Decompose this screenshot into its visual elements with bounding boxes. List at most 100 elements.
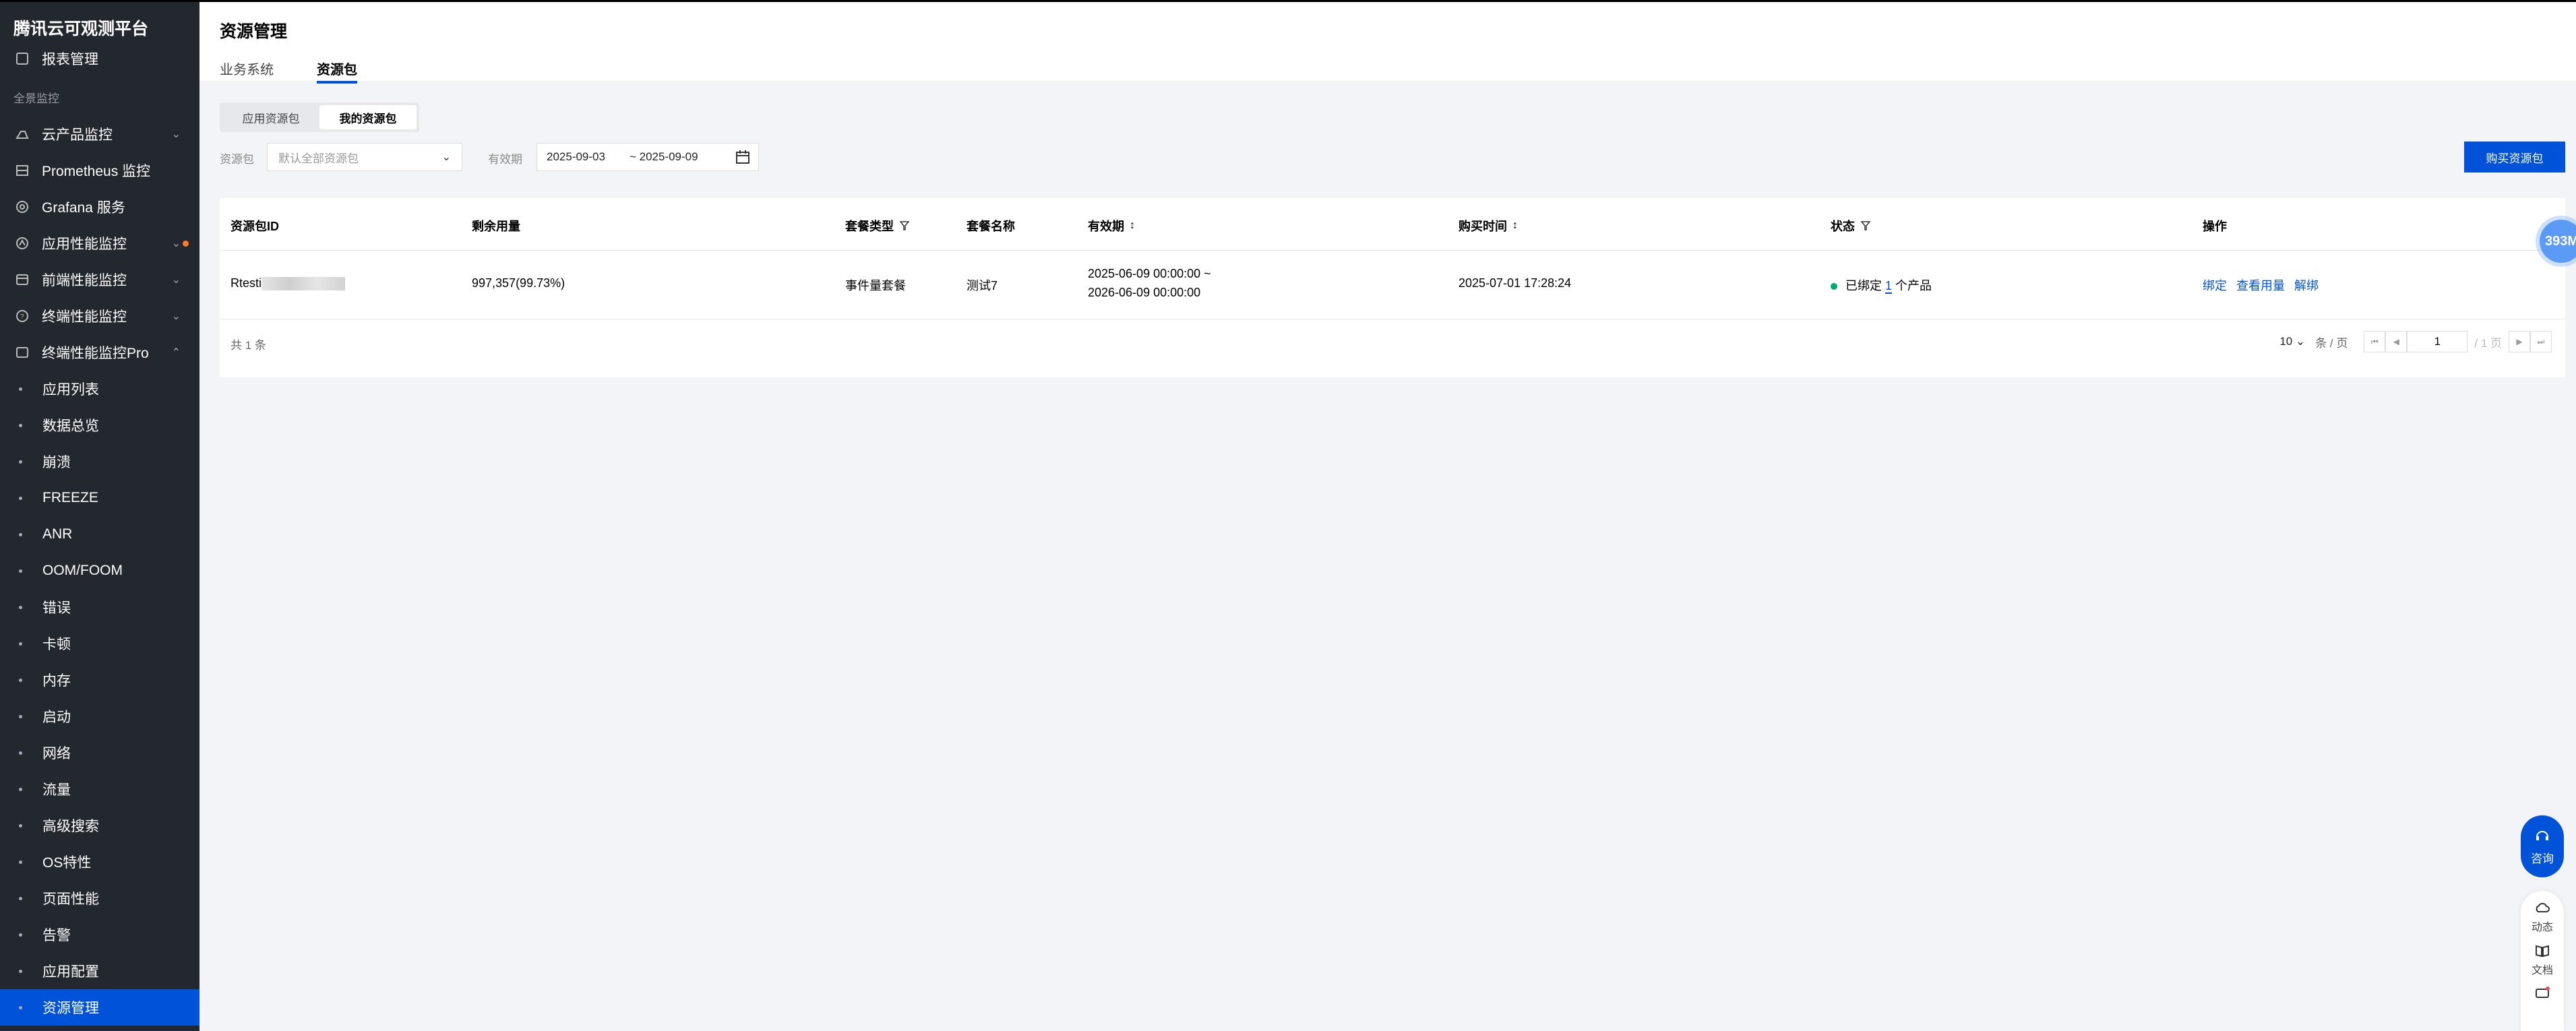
package-id-text: Rtesti [231,276,262,290]
feedback-button[interactable] [2534,987,2550,1001]
sidebar-item-report[interactable]: 报表管理 [0,40,200,77]
consult-label: 咨询 [2531,852,2554,865]
sidebar-subitem[interactable]: OOM/FOOM [0,553,200,589]
bullet-icon [19,823,22,827]
page-size-unit: 条 / 页 [2315,336,2348,350]
cell-purchase-time: 2025-07-01 17:28:24 [1459,276,1572,290]
col-type[interactable]: 套餐类型 [845,217,910,235]
bullet-icon [19,714,22,718]
filter-icon[interactable] [899,220,910,231]
first-page-icon[interactable]: ⏮ [2364,331,2386,352]
sidebar-subitem[interactable]: FREEZE [0,480,200,516]
sidebar-item-apm[interactable]: 应用性能监控 ⌄ [0,225,200,261]
tab-resource-package[interactable]: 资源包 [317,59,357,84]
col-type-label: 套餐类型 [845,220,894,233]
page-size-select[interactable]: 10 ⌄ [2275,334,2310,349]
sidebar-subitem[interactable]: 内存 [0,662,200,698]
sidebar-subitem[interactable]: 错误 [0,589,200,625]
bullet-icon [19,751,22,755]
sidebar-subitem[interactable]: 启动 [0,698,200,735]
sidebar-group-label: 全景监控 [13,92,59,105]
dynamic-button[interactable]: 动态 [2532,900,2553,934]
sidebar: 腾讯云可观测平台 报表管理 全景监控 云产品监控 ⌄ Prometheus 监控… [0,0,200,1031]
sidebar-item-label: 终端性能监控Pro [42,346,149,361]
col-validity[interactable]: 有效期 ↕ [1088,217,1135,235]
sidebar-item-label: Grafana 服务 [42,200,125,216]
bullet-icon [19,896,22,900]
next-page-icon[interactable]: ▶ [2509,331,2530,352]
status-prefix: 已绑定 [1845,279,1882,292]
sidebar-item-label: Prometheus 监控 [42,164,151,179]
sidebar-subitem[interactable]: 崩溃 [0,443,200,480]
sidebar-subitem[interactable]: 页面性能 [0,880,200,916]
table-row: Rtesti 997,357(99.73%) 事件量套餐 测试7 2025-06… [220,251,2565,319]
col-status[interactable]: 状态 [1831,217,1871,235]
cell-actions: 绑定 查看用量 解绑 [2203,276,2328,294]
bullet-icon [19,860,22,864]
sidebar-subitem[interactable]: 告警 [0,916,200,953]
buy-package-button[interactable]: 购买资源包 [2464,142,2565,173]
sidebar-subitem-label: 页面性能 [42,892,99,907]
prev-page-icon[interactable]: ◀ [2385,331,2408,352]
sidebar-item-frontend[interactable]: 前端性能监控 ⌄ [0,261,200,298]
filter-icon[interactable] [1860,220,1871,231]
last-page-icon[interactable]: ⏭ [2530,331,2552,352]
sidebar-subitem[interactable]: 数据总览 [0,407,200,443]
bound-count-link[interactable]: 1 [1885,279,1893,294]
cloud-icon [2536,902,2550,912]
sidebar-item-cloud-monitor[interactable]: 云产品监控 ⌄ [0,116,200,152]
sidebar-item-grafana[interactable]: Grafana 服务 [0,189,200,225]
sidebar-subitem[interactable]: 高级搜索 [0,807,200,844]
validity-filter-label: 有效期 [488,153,522,166]
table-header: 资源包ID 剩余用量 套餐类型 套餐名称 有效期 ↕ 购买时间 ↕ 状态 操作 [220,198,2565,251]
bind-link[interactable]: 绑定 [2203,279,2227,292]
page-header: 资源管理 业务系统 资源包 [200,0,2576,84]
headset-icon [2536,830,2548,840]
page-input[interactable]: 1 [2407,331,2468,352]
unbind-link[interactable]: 解绑 [2294,279,2319,292]
sidebar-item-prometheus[interactable]: Prometheus 监控 [0,152,200,189]
sidebar-item-terminal[interactable]: ? 终端性能监控 ⌄ [0,298,200,334]
sort-icon[interactable]: ↕ [1130,220,1135,232]
date-range-picker[interactable]: 2025-09-03 ~ 2025-09-09 [536,143,759,171]
sidebar-subitem-label: ANR [42,526,73,542]
col-purchase-time[interactable]: 购买时间 ↕ [1459,217,1518,235]
sidebar-subitem-label: OS特性 [42,855,92,871]
masked-id [262,277,346,291]
bullet-icon [19,569,22,573]
sidebar-subitem[interactable]: 网络 [0,735,200,771]
package-select[interactable]: 默认全部资源包 ⌄ [267,143,462,171]
sort-icon[interactable]: ↕ [1512,220,1518,232]
sidebar-item-terminal-pro[interactable]: 终端性能监控Pro ⌃ [0,334,200,371]
consult-button[interactable]: 咨询 [2521,815,2564,877]
segment-app-packages[interactable]: 应用资源包 [222,105,319,129]
bullet-icon [19,496,22,500]
sidebar-subitem[interactable]: 应用列表 [0,371,200,407]
cell-type: 事件量套餐 [845,279,906,292]
bullet-icon [19,387,22,391]
tab-business-system[interactable]: 业务系统 [220,59,274,78]
sidebar-subitem[interactable]: 资源管理 [0,989,200,1026]
sidebar-subitem[interactable]: OS特性 [0,844,200,880]
sidebar-subitem-label: 网络 [42,746,71,761]
col-package-id: 资源包ID [231,220,279,233]
sidebar-subitem-label: 资源管理 [42,1001,99,1016]
sidebar-subitem-label: 高级搜索 [42,819,99,834]
bullet-icon [19,605,22,609]
package-segment: 应用资源包 我的资源包 [220,102,419,132]
bullet-icon [19,787,22,791]
view-usage-link[interactable]: 查看用量 [2236,279,2285,292]
bullet-icon [19,423,22,427]
bullet-icon [19,969,22,973]
sidebar-subitem[interactable]: 流量 [0,771,200,807]
chevron-down-icon: ⌄ [171,238,181,249]
cell-status: 已绑定 1 个产品 [1831,276,1932,294]
segment-my-packages[interactable]: 我的资源包 [319,105,417,129]
sidebar-subitem[interactable]: 卡顿 [0,625,200,662]
docs-button[interactable]: 文档 [2532,943,2553,977]
sidebar-subitem-label: 应用列表 [42,382,99,398]
package-select-value: 默认全部资源包 [278,152,359,165]
sidebar-item-label: 前端性能监控 [42,273,127,288]
sidebar-subitem[interactable]: 应用配置 [0,953,200,989]
sidebar-subitem[interactable]: ANR [0,516,200,553]
